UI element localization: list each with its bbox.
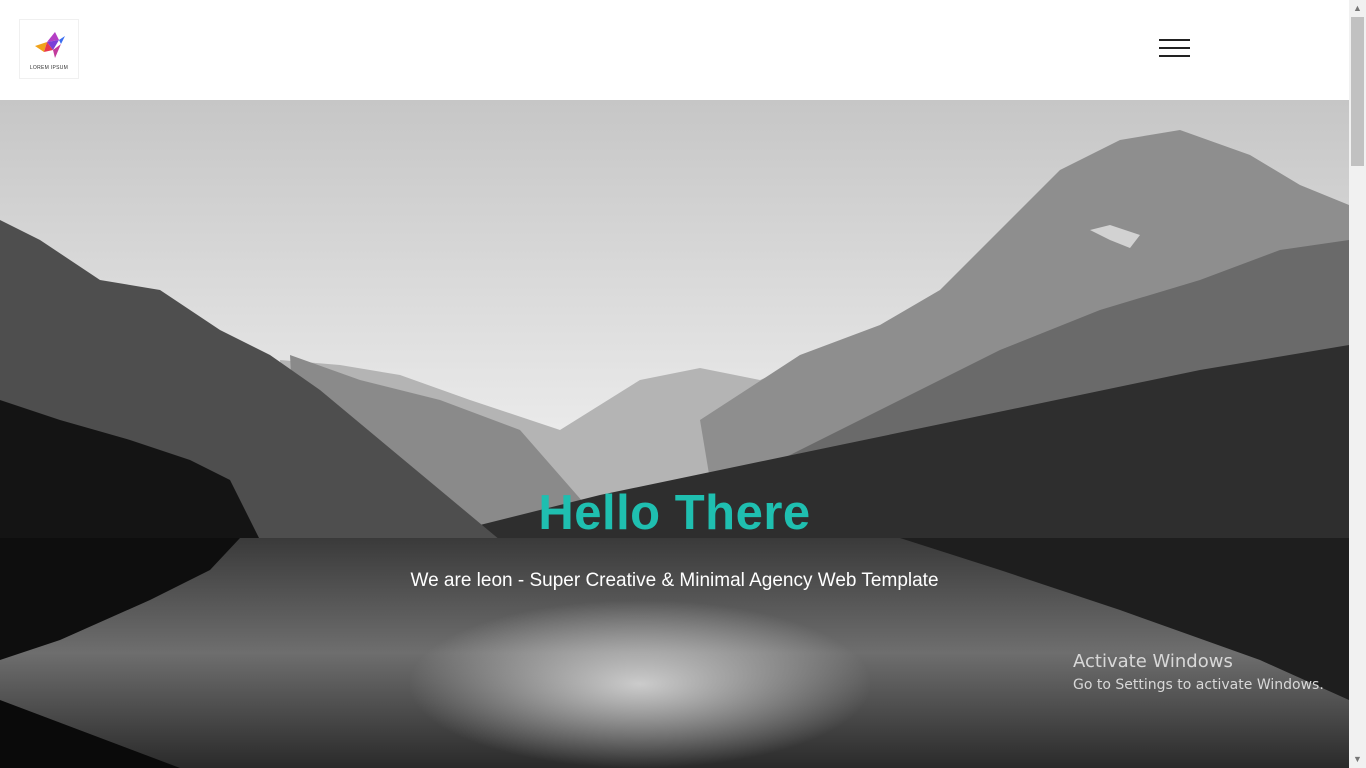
hero-subtitle: We are leon - Super Creative & Minimal A… [410,570,939,591]
scroll-up-arrow-icon[interactable]: ▲ [1349,0,1366,17]
page-scrollbar[interactable]: ▲ ▼ [1349,0,1366,768]
scrollbar-thumb[interactable] [1351,17,1364,166]
site-header: LOREM IPSUM [0,0,1349,100]
scroll-down-arrow-icon[interactable]: ▼ [1349,751,1366,768]
windows-activation-watermark: Activate Windows Go to Settings to activ… [1073,650,1324,696]
watermark-subtitle: Go to Settings to activate Windows. [1073,677,1324,693]
watermark-title: Activate Windows [1073,651,1233,672]
hero-title: Hello There [538,486,811,540]
bird-logo-icon [35,32,65,58]
logo-wordmark: LOREM IPSUM [29,65,69,71]
hamburger-menu-icon[interactable] [1158,37,1191,59]
site-logo[interactable]: LOREM IPSUM [19,19,79,79]
